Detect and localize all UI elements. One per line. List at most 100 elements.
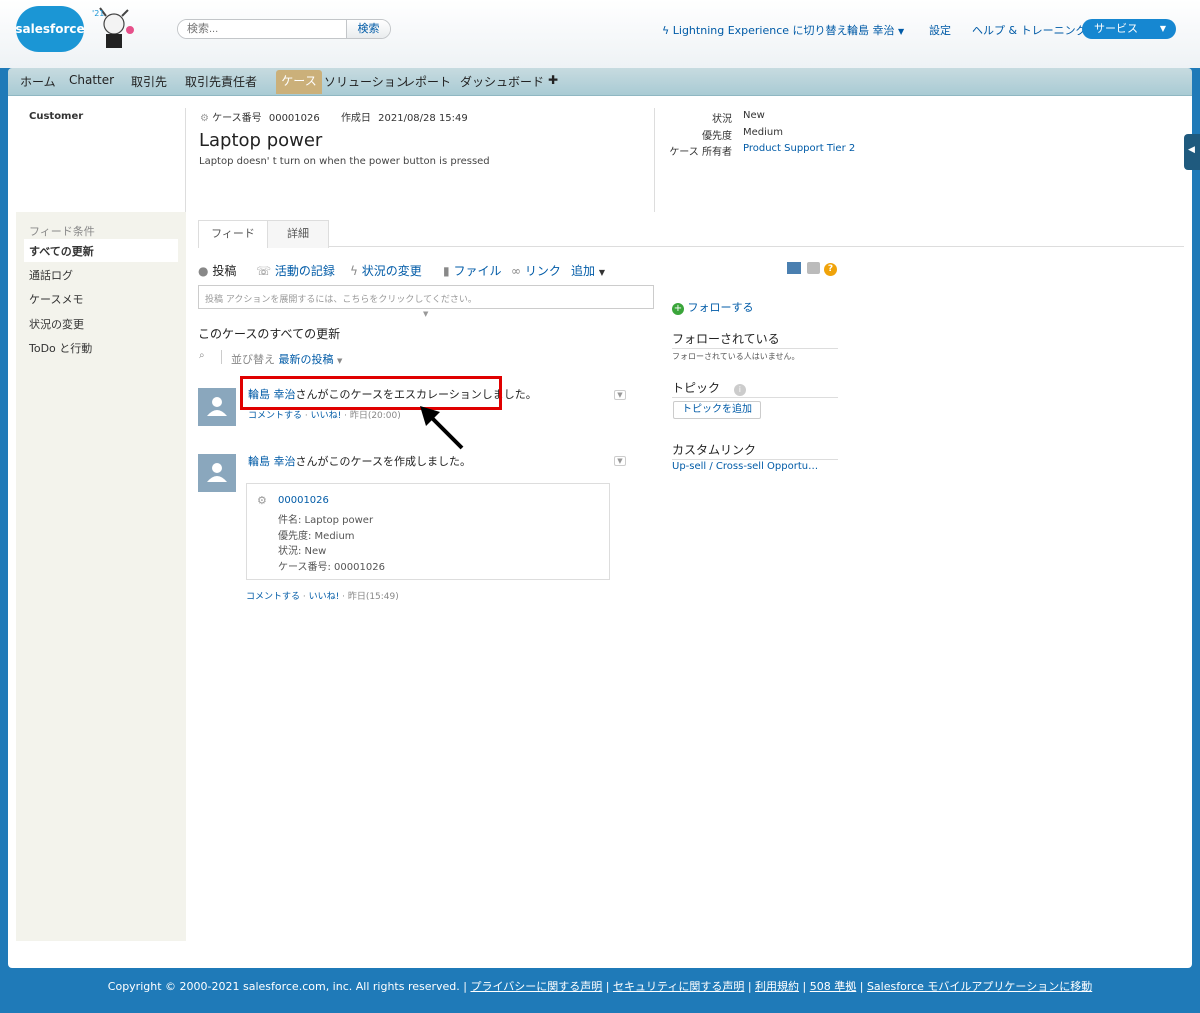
- filter-case-notes[interactable]: ケースメモ: [29, 291, 83, 307]
- tab-solutions[interactable]: ソリューション: [324, 73, 408, 90]
- like-link[interactable]: いいね!: [311, 411, 342, 421]
- help-link[interactable]: ヘルプ & トレーニング: [972, 22, 1087, 38]
- status-value: New: [743, 110, 765, 121]
- followers-heading: フォローされている: [672, 330, 838, 349]
- custom-link[interactable]: Up-sell / Cross-sell Opportu…: [672, 461, 818, 472]
- tab-accounts[interactable]: 取引先: [131, 73, 167, 90]
- follow-button[interactable]: + フォローする: [672, 299, 754, 315]
- chevron-left-icon: ◀: [1188, 145, 1195, 155]
- add-tab-icon[interactable]: ✚: [548, 73, 558, 87]
- feed-item-menu-button[interactable]: ▼: [614, 390, 626, 400]
- link-icon: ∞: [511, 264, 521, 278]
- setup-link[interactable]: 設定: [929, 22, 951, 38]
- feed-item-actions: コメントする · いいね! · 昨日(15:49): [246, 592, 399, 602]
- print-icon[interactable]: [807, 262, 820, 274]
- search-button[interactable]: 検索: [346, 20, 390, 38]
- divider: [221, 350, 222, 364]
- feed-item-user-link[interactable]: 輪島 幸治: [248, 455, 296, 468]
- filter-all-updates[interactable]: すべての更新: [29, 243, 94, 259]
- tab-details[interactable]: 詳細: [267, 220, 329, 248]
- tab-chatter[interactable]: Chatter: [69, 73, 114, 87]
- tab-bar: ホーム Chatter 取引先 取引先責任者 ケース ソリューション レポート …: [8, 68, 1192, 96]
- owner-label: ケース 所有者: [669, 147, 732, 158]
- chevron-down-icon: ▼: [898, 27, 905, 36]
- created-date: 2021/08/28 15:49: [378, 113, 468, 124]
- app-menu-button[interactable]: サービス ▼: [1082, 19, 1176, 39]
- followers-empty: フォローされている人はいません。: [672, 352, 800, 361]
- feed-item-time: 昨日(15:49): [347, 592, 399, 602]
- post-label: 投稿: [212, 264, 237, 278]
- phone-icon: ☏: [256, 264, 272, 278]
- help-icon[interactable]: ?: [824, 263, 837, 276]
- status-label: 状況: [712, 114, 732, 125]
- feed-tabs: フィード 詳細: [198, 220, 1184, 248]
- user-menu[interactable]: 輪島 幸治 ▼: [847, 22, 904, 38]
- filter-call-log[interactable]: 通話ログ: [29, 267, 73, 283]
- publisher-file[interactable]: ▮ ファイル: [443, 262, 501, 279]
- publisher-input[interactable]: 投稿 アクションを展開するには、こちらをクリックしてください。: [198, 285, 654, 309]
- feed-heading: このケースのすべての更新: [198, 327, 341, 341]
- tab-contacts[interactable]: 取引先責任者: [185, 73, 257, 90]
- sidebar-toggle[interactable]: ◀: [1184, 134, 1200, 170]
- salesforce-logo[interactable]: salesforce: [15, 6, 85, 52]
- like-link[interactable]: いいね!: [309, 592, 340, 602]
- tab-feed[interactable]: フィード: [198, 220, 268, 248]
- avatar[interactable]: [198, 454, 236, 492]
- divider: [654, 108, 655, 212]
- lightning-switch-link[interactable]: ϟ Lightning Experience に切り替え: [662, 22, 848, 38]
- search-input[interactable]: [178, 20, 348, 38]
- publisher-log-call[interactable]: ☏ 活動の記録: [256, 262, 335, 279]
- case-card: ⚙ 00001026 件名: Laptop power 優先度: Medium …: [246, 483, 610, 580]
- chevron-down-icon: ▼: [337, 357, 343, 365]
- filter-tasks-events[interactable]: ToDo と行動: [29, 340, 92, 356]
- plus-circle-icon: +: [672, 303, 684, 315]
- footer-security-link[interactable]: セキュリティに関する声明: [613, 980, 744, 993]
- topics-heading-label: トピック: [672, 381, 721, 395]
- case-number-label: ケース番号: [212, 113, 262, 124]
- arrow-annotation-icon: [420, 406, 464, 450]
- tab-reports[interactable]: レポート: [403, 73, 451, 90]
- tab-home[interactable]: ホーム: [20, 73, 56, 90]
- tab-cases[interactable]: ケース: [276, 70, 322, 94]
- case-meta: ⚙ ケース番号 00001026 作成日 2021/08/28 15:49: [200, 109, 468, 124]
- edit-layout-icon[interactable]: [787, 262, 801, 274]
- owner-link[interactable]: Product Support Tier 2: [743, 143, 855, 154]
- mascot-icon: '21: [92, 7, 134, 48]
- bolt-icon: ϟ: [350, 264, 358, 278]
- user-name: 輪島 幸治: [847, 24, 895, 37]
- link-label: リンク: [524, 264, 561, 278]
- filter-status-change[interactable]: 状況の変更: [29, 316, 84, 332]
- feed-item-menu-button[interactable]: ▼: [614, 456, 626, 466]
- avatar[interactable]: [198, 388, 236, 426]
- priority-value: Medium: [743, 127, 783, 138]
- sort-control[interactable]: 並び替え 最新の投稿 ▼: [231, 351, 342, 367]
- case-card-link[interactable]: 00001026: [278, 495, 329, 506]
- publisher-more[interactable]: 追加 ▼: [571, 262, 605, 279]
- case-card-priority: 優先度: Medium: [278, 531, 355, 542]
- case-card-subject: 件名: Laptop power: [278, 515, 374, 526]
- svg-text:'21: '21: [92, 9, 104, 18]
- chevron-down-icon: ▼: [423, 310, 429, 318]
- case-title: Laptop power: [199, 130, 323, 151]
- lightning-bolt-icon: ϟ: [662, 24, 670, 37]
- publisher-status-change[interactable]: ϟ 状況の変更: [350, 262, 422, 279]
- comment-link[interactable]: コメントする: [248, 411, 302, 421]
- feed-item-time: 昨日(20:00): [349, 411, 401, 421]
- footer-privacy-link[interactable]: プライバシーに関する声明: [471, 980, 603, 993]
- footer-mobile-link[interactable]: Salesforce モバイルアプリケーションに移動: [867, 980, 1092, 993]
- feed-filter-sidebar: フィード条件 すべての更新 通話ログ ケースメモ 状況の変更 ToDo と行動: [16, 212, 186, 941]
- case-icon: ⚙: [257, 494, 267, 507]
- search-icon[interactable]: ⌕: [199, 350, 205, 361]
- publisher-link[interactable]: ∞ リンク: [511, 262, 561, 279]
- add-topic-button[interactable]: トピックを追加: [673, 401, 761, 419]
- comment-link[interactable]: コメントする: [246, 592, 300, 602]
- case-number: 00001026: [268, 113, 320, 124]
- footer-508-link[interactable]: 508 準拠: [810, 980, 857, 993]
- person-icon: [207, 397, 227, 416]
- publisher-post[interactable]: ● 投稿: [198, 262, 236, 279]
- sort-label: 並び替え: [231, 353, 275, 366]
- footer-terms-link[interactable]: 利用規約: [755, 980, 799, 993]
- tab-dashboards[interactable]: ダッシュボード: [460, 73, 544, 90]
- lightning-switch-label: Lightning Experience に切り替え: [672, 24, 848, 37]
- sort-value[interactable]: 最新の投稿: [279, 353, 334, 366]
